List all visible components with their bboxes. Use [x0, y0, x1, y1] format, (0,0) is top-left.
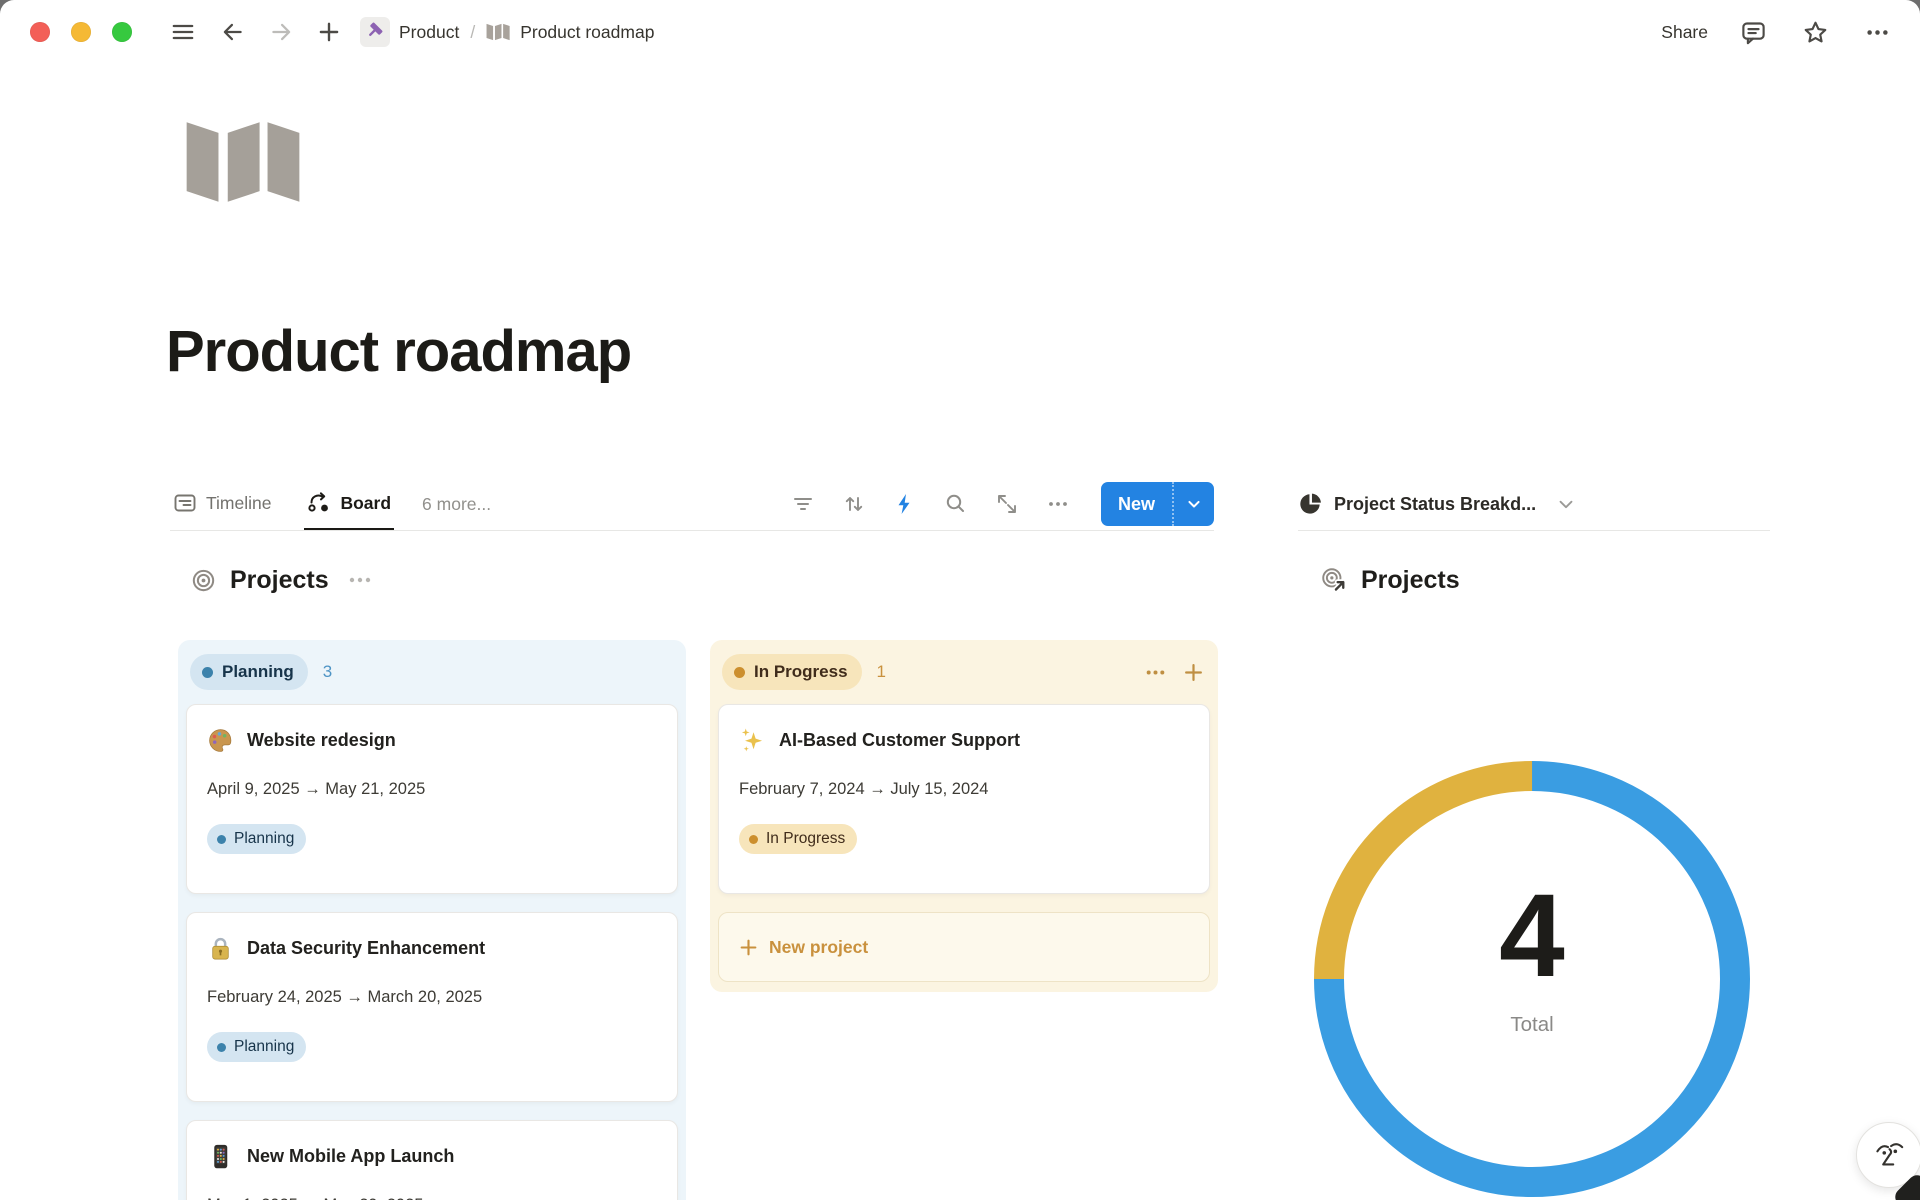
kanban-board: Planning 3 Website redesign April 9, 202…: [178, 640, 1218, 1200]
more-icon[interactable]: [1860, 15, 1894, 49]
ai-face-icon: [1869, 1135, 1909, 1175]
column-planning: Planning 3 Website redesign April 9, 202…: [178, 640, 686, 1200]
card-date-range: April 9, 2025 → May 21, 2025: [207, 780, 657, 799]
card-date-range: February 24, 2025 → March 20, 2025: [207, 988, 657, 1007]
plus-icon: [739, 938, 758, 957]
card-title: New Mobile App Launch: [247, 1146, 454, 1167]
column-count: 3: [323, 662, 332, 682]
tab-timeline-label: Timeline: [206, 493, 271, 514]
breadcrumb: Product / Product roadmap: [360, 17, 654, 47]
hammer-icon: [365, 20, 385, 45]
card-status-pill: Planning: [207, 1032, 306, 1062]
filter-icon[interactable]: [791, 492, 815, 516]
section-options-icon[interactable]: [348, 575, 372, 585]
chart-total-value: 4: [1302, 877, 1762, 995]
comments-icon[interactable]: [1736, 15, 1770, 49]
search-icon[interactable]: [944, 492, 968, 516]
card-website-redesign[interactable]: Website redesign April 9, 2025 → May 21,…: [186, 704, 678, 894]
sparkles-icon: [739, 727, 766, 754]
breadcrumb-separator: /: [470, 22, 475, 43]
forward-icon[interactable]: [264, 15, 298, 49]
breadcrumb-current[interactable]: Product roadmap: [520, 22, 654, 43]
back-icon[interactable]: [216, 15, 250, 49]
favorite-star-icon[interactable]: [1798, 15, 1832, 49]
column-add-icon[interactable]: [1183, 662, 1204, 683]
titlebar: Product / Product roadmap Share: [0, 0, 1920, 64]
close-window-button[interactable]: [30, 22, 50, 42]
card-status-pill: In Progress: [739, 824, 857, 854]
page-title[interactable]: Product roadmap: [166, 318, 631, 385]
window-controls: [30, 22, 132, 42]
breadcrumb-root[interactable]: Product: [399, 22, 459, 43]
sort-icon[interactable]: [842, 492, 866, 516]
app-window: Product / Product roadmap Share Product …: [0, 0, 1920, 1200]
palette-icon: [207, 727, 234, 754]
minimize-window-button[interactable]: [71, 22, 91, 42]
view-toolbar: New: [791, 478, 1214, 530]
new-button-group: New: [1101, 482, 1214, 526]
status-dot: [217, 835, 226, 844]
board-icon: [307, 491, 331, 515]
in-progress-status-pill[interactable]: In Progress: [722, 654, 862, 690]
expand-icon[interactable]: [995, 492, 1019, 516]
status-dot: [202, 667, 213, 678]
menu-icon[interactable]: [166, 15, 200, 49]
chart-section-title[interactable]: Projects: [1361, 566, 1460, 595]
lock-icon: [207, 935, 234, 962]
tab-board-label: Board: [340, 493, 391, 514]
zoom-window-button[interactable]: [112, 22, 132, 42]
board-section-title[interactable]: Projects: [230, 566, 329, 595]
column-count: 1: [877, 662, 886, 682]
mobile-phone-icon: [207, 1143, 234, 1170]
target-icon: [190, 567, 217, 594]
card-date-range: May 1, 2025 → May 29, 2025: [207, 1196, 657, 1200]
card-title: Website redesign: [247, 730, 396, 751]
new-button-dropdown[interactable]: [1174, 482, 1214, 526]
column-name: Planning: [222, 662, 294, 682]
view-tabs: Timeline Board: [170, 478, 394, 530]
pie-chart-icon: [1298, 492, 1323, 517]
column-in-progress: In Progress 1 AI-Based Cus: [710, 640, 1218, 992]
view-tab-bar: Timeline Board 6 more...: [170, 478, 1214, 531]
card-title: AI-Based Customer Support: [779, 730, 1020, 751]
map-icon: [486, 22, 511, 42]
status-dot: [734, 667, 745, 678]
card-mobile-app[interactable]: New Mobile App Launch May 1, 2025 → May …: [186, 1120, 678, 1200]
automation-bolt-icon[interactable]: [893, 492, 917, 516]
more-views-button[interactable]: 6 more...: [422, 478, 491, 530]
column-options-icon[interactable]: [1145, 662, 1166, 683]
ellipsis-icon[interactable]: [1046, 492, 1070, 516]
column-name: In Progress: [754, 662, 848, 682]
chart-panel-header[interactable]: Project Status Breakd...: [1298, 478, 1770, 531]
new-button[interactable]: New: [1101, 482, 1172, 526]
status-dot: [749, 835, 758, 844]
chart-panel-title: Project Status Breakd...: [1334, 494, 1536, 515]
timeline-icon: [173, 491, 197, 515]
new-tab-icon[interactable]: [312, 15, 346, 49]
share-button[interactable]: Share: [1661, 22, 1708, 43]
new-project-button[interactable]: New project: [718, 912, 1210, 982]
tab-timeline[interactable]: Timeline: [170, 478, 274, 530]
card-data-security[interactable]: Data Security Enhancement February 24, 2…: [186, 912, 678, 1102]
planning-status-pill[interactable]: Planning: [190, 654, 308, 690]
chevron-down-icon: [1184, 494, 1204, 514]
status-dot: [217, 1043, 226, 1052]
project-status-donut-chart: 4 Total: [1302, 749, 1762, 1200]
page-icon-map[interactable]: [184, 114, 306, 215]
board-section-heading: Projects: [190, 556, 372, 604]
tab-board[interactable]: Board: [304, 478, 394, 530]
breadcrumb-product-item[interactable]: [360, 17, 390, 47]
column-planning-header: Planning 3: [186, 650, 678, 704]
column-in-progress-header: In Progress 1: [718, 650, 1210, 704]
chart-total-label: Total: [1302, 1013, 1762, 1037]
titlebar-actions: Share: [1661, 15, 1894, 49]
card-date-range: February 7, 2024 → July 15, 2024: [739, 780, 1189, 799]
card-ai-support[interactable]: AI-Based Customer Support February 7, 20…: [718, 704, 1210, 894]
card-title: Data Security Enhancement: [247, 938, 485, 959]
target-link-icon: [1320, 566, 1348, 594]
card-status-pill: Planning: [207, 824, 306, 854]
chart-section-heading: Projects: [1320, 556, 1460, 604]
chevron-down-icon[interactable]: [1555, 493, 1577, 515]
